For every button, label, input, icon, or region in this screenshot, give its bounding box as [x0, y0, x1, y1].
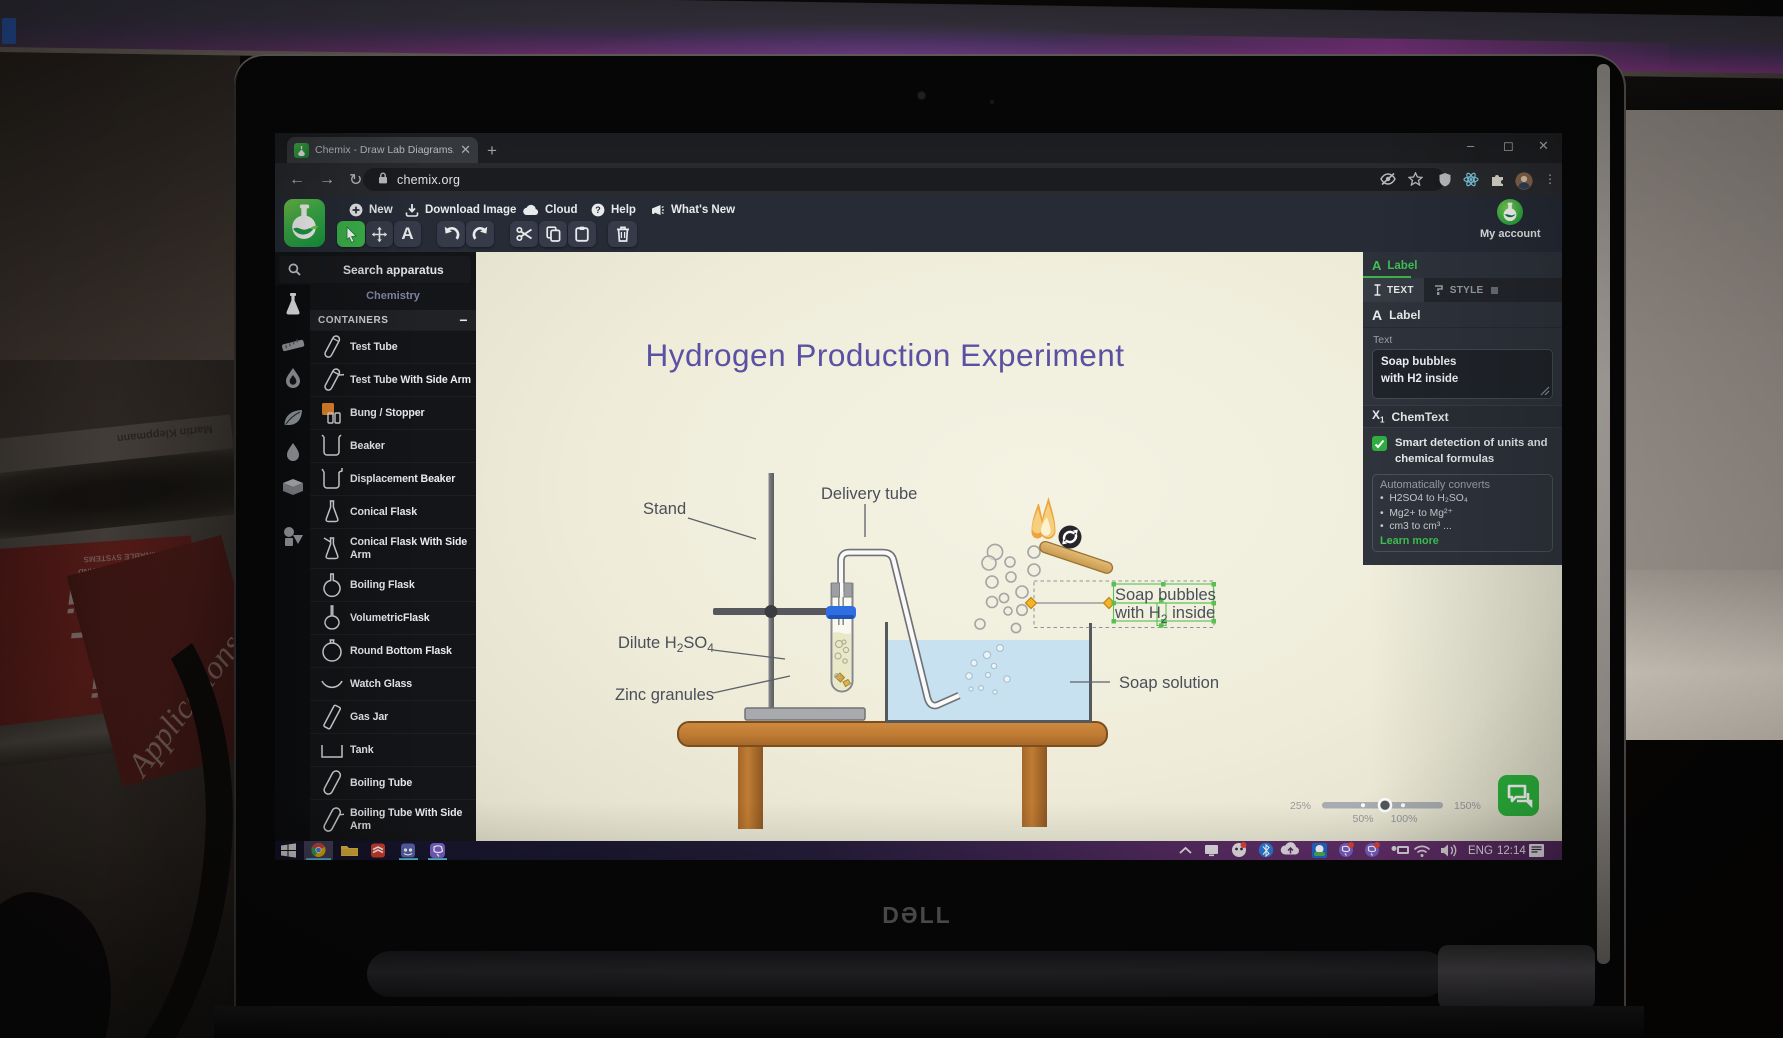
svg-text:150%: 150% [1454, 800, 1481, 812]
svg-text:25%: 25% [1290, 800, 1311, 812]
svg-text:Soap bubbles: Soap bubbles [1115, 586, 1216, 604]
svg-text:Stand: Stand [643, 500, 686, 518]
svg-text:50%: 50% [1352, 813, 1373, 825]
svg-text:Hydrogen Production Experiment: Hydrogen Production Experiment [646, 337, 1125, 373]
svg-text:Delivery tube: Delivery tube [821, 485, 917, 503]
svg-text:100%: 100% [1391, 813, 1418, 825]
svg-text:Zinc granules: Zinc granules [615, 686, 714, 704]
svg-text:12:14: 12:14 [1497, 845, 1526, 857]
svg-text:Dilute H2SO4: Dilute H2SO4 [618, 634, 714, 655]
svg-text:with H2 inside: with H2 inside [1114, 604, 1215, 626]
svg-text:?: ? [595, 205, 601, 215]
svg-text:Soap solution: Soap solution [1119, 674, 1219, 692]
svg-text:ENG: ENG [1468, 845, 1493, 857]
